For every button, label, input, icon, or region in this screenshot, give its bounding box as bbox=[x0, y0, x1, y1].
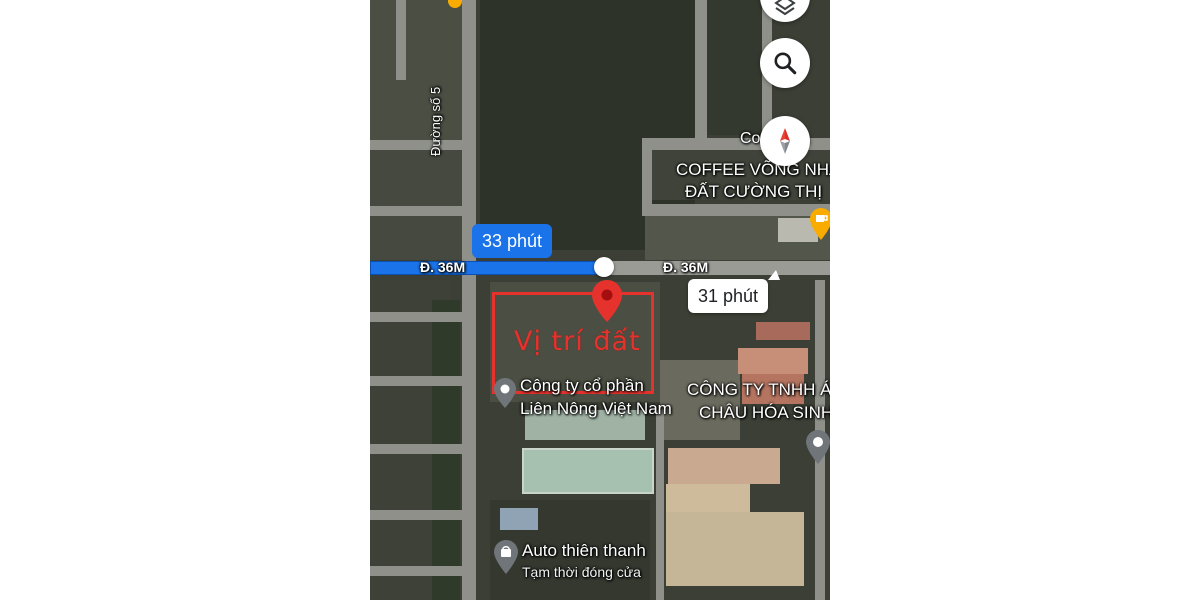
compass-button[interactable] bbox=[760, 116, 810, 166]
road-label-36m-right: Đ. 36M bbox=[663, 259, 709, 275]
route-bubble-tail bbox=[768, 270, 780, 280]
poi-auto-name[interactable]: Auto thiên thanh bbox=[522, 541, 646, 561]
building-roof bbox=[500, 508, 538, 530]
building-roof bbox=[522, 448, 654, 494]
route-waypoint[interactable] bbox=[594, 257, 614, 277]
left-lot-top bbox=[370, 0, 465, 140]
location-pin-icon[interactable] bbox=[592, 280, 622, 322]
road-horizontal-left-2 bbox=[370, 206, 465, 216]
light-ground bbox=[660, 360, 740, 440]
road-label-duong-so-5: Đường số 5 bbox=[428, 86, 443, 156]
building-roof bbox=[668, 448, 780, 484]
poi-company-tnhh-line1[interactable]: CÔNG TY TNHH Á bbox=[687, 380, 830, 400]
building-roof bbox=[756, 322, 810, 340]
route-line-primary[interactable] bbox=[370, 261, 608, 275]
road-vertical-far-left bbox=[396, 0, 406, 80]
road-horizontal-left-3 bbox=[370, 312, 470, 322]
land-location-label: Vị trí đất bbox=[514, 326, 641, 357]
road-horizontal-left-7 bbox=[370, 566, 470, 576]
layers-icon bbox=[773, 0, 797, 18]
road-vertical-plot bbox=[642, 138, 652, 216]
route-line-alternate[interactable] bbox=[606, 263, 830, 271]
compass-icon bbox=[772, 126, 798, 156]
road-vertical-lower-mid bbox=[656, 410, 664, 600]
poi-coffee-line2[interactable]: ĐẤT CƯỜNG THỊ bbox=[685, 182, 822, 202]
search-button[interactable] bbox=[760, 38, 810, 88]
company-lnvn-poi-icon[interactable] bbox=[494, 378, 516, 408]
poi-coffee-line1[interactable]: COFFEE VÕNG NHA bbox=[676, 160, 830, 180]
satellite-map[interactable]: Đ. 36M Đ. 36M Đường số 5 33 phút 31 phút… bbox=[370, 0, 830, 600]
search-icon bbox=[772, 50, 798, 76]
road-vertical-mid bbox=[695, 0, 707, 140]
building-roof bbox=[738, 348, 808, 374]
route-time-alternate[interactable]: 31 phút bbox=[688, 279, 769, 313]
poi-company-tnhh-line2[interactable]: CHÂU HÓA SINH bbox=[699, 403, 830, 423]
building-roof bbox=[666, 484, 750, 512]
auto-shop-poi-icon[interactable] bbox=[494, 540, 518, 574]
road-label-36m-left: Đ. 36M bbox=[420, 259, 466, 275]
poi-company-lnvn-line2[interactable]: Liên Nông Việt Nam bbox=[520, 399, 672, 419]
road-horizontal-left-6 bbox=[370, 510, 470, 520]
company-tnhh-poi-icon[interactable] bbox=[806, 430, 830, 464]
poi-company-lnvn-line1[interactable]: Công ty cổ phần bbox=[520, 376, 644, 396]
road-horizontal-right bbox=[642, 204, 830, 216]
dark-field-right bbox=[705, 0, 765, 135]
coffee-poi-icon[interactable] bbox=[810, 208, 830, 240]
road-horizontal-left-5 bbox=[370, 444, 470, 454]
road-horizontal-left-4 bbox=[370, 376, 470, 386]
poi-auto-status: Tạm thời đóng cửa bbox=[522, 564, 641, 580]
route-time-primary[interactable]: 33 phút bbox=[472, 224, 553, 258]
left-lot-mid bbox=[370, 150, 465, 260]
road-horizontal-left-1 bbox=[370, 140, 465, 150]
building-roof bbox=[666, 512, 804, 586]
